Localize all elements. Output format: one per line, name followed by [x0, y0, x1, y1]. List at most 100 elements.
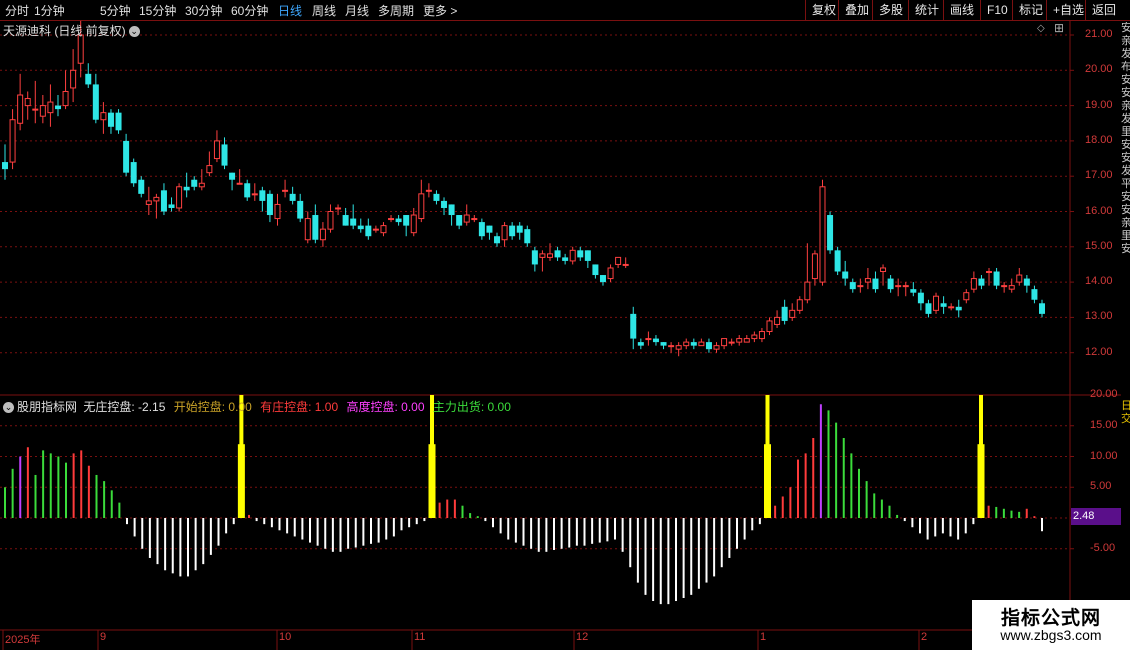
period-30min[interactable]: 30分钟 [185, 2, 222, 19]
candle [811, 250, 818, 286]
candle-body [77, 34, 84, 64]
candle-body [456, 215, 463, 226]
legend-gaodu: 高度控盘: 0.00 [346, 400, 425, 414]
candle [221, 137, 228, 170]
candle-body [569, 249, 576, 262]
chevron-down-icon[interactable]: ⌄ [3, 402, 14, 414]
candle-body [471, 218, 478, 221]
chevron-down-icon[interactable]: ⌄ [128, 26, 140, 38]
period-60min[interactable]: 60分钟 [231, 2, 268, 19]
candle-body [902, 285, 909, 288]
candle-body [933, 295, 940, 311]
candle [819, 179, 826, 286]
draw-line-button[interactable]: 画线 [943, 0, 980, 20]
candle-body [244, 183, 251, 198]
add-watchlist-button[interactable]: +自选 [1046, 0, 1090, 20]
candle-body [198, 182, 205, 188]
indicator-axis-label: -5.00 [1090, 541, 1116, 554]
candle [524, 225, 531, 247]
candle [395, 215, 402, 226]
candle-body [70, 69, 77, 89]
candle-body [380, 225, 387, 234]
period-weekly[interactable]: 周线 [312, 2, 336, 19]
period-5min[interactable]: 5分钟 [100, 2, 131, 19]
indicator-name: 股朋指标网 [17, 400, 78, 414]
candle-body [607, 267, 614, 280]
price-axis-label: 17.00 [1085, 169, 1113, 182]
indicator-axis-label: 10.00 [1090, 449, 1118, 462]
indicator-axis-label: 20.00 [1090, 388, 1118, 400]
expand-icon[interactable]: ⊞ [1054, 21, 1064, 35]
multi-stock-button[interactable]: 多股 [872, 0, 909, 20]
candle-body [115, 112, 122, 131]
candle-body [350, 218, 357, 226]
stock-chart[interactable] [0, 20, 1121, 650]
candle [721, 338, 728, 350]
candle-body [531, 250, 538, 265]
candle [986, 267, 993, 286]
candle [652, 335, 659, 346]
candle [259, 186, 266, 212]
candle [1008, 278, 1015, 293]
period-daily[interactable]: 日线 [278, 2, 302, 19]
candle-body [758, 331, 765, 340]
period-fenshi[interactable]: 分时 [5, 2, 29, 19]
candle-body [645, 338, 652, 341]
candle-body [327, 211, 334, 230]
candle-body [683, 341, 690, 347]
candle [872, 271, 879, 293]
candle-body [668, 345, 675, 348]
f10-button[interactable]: F10 [980, 0, 1014, 20]
candle [789, 303, 796, 321]
candle [312, 204, 319, 244]
candle-body [2, 162, 8, 170]
candle [463, 204, 470, 226]
candle [24, 91, 31, 120]
candle [766, 317, 773, 336]
period-multi[interactable]: 多周期 [378, 2, 414, 19]
mark-button[interactable]: 标记 [1012, 0, 1049, 20]
candle [107, 109, 114, 134]
candle-body [448, 204, 455, 216]
candle-body [85, 73, 92, 85]
candle [592, 264, 599, 279]
candle [842, 260, 849, 286]
candle [751, 331, 758, 343]
candle [758, 327, 765, 343]
back-button[interactable]: 返回 [1085, 0, 1130, 20]
period-1min[interactable]: 1分钟 [34, 2, 65, 19]
candle [304, 211, 311, 244]
candle-body [849, 282, 856, 290]
time-axis-label: 9 [100, 631, 107, 643]
candle-body [433, 193, 440, 201]
candle [282, 179, 289, 198]
candle-body [986, 271, 993, 274]
candle [54, 95, 61, 117]
candle-body [857, 285, 864, 288]
stats-button[interactable]: 统计 [908, 0, 945, 20]
candle-body [425, 189, 432, 192]
candle-body [546, 253, 553, 258]
candle-body [206, 165, 213, 174]
candle-body [319, 228, 326, 241]
candle-body [9, 119, 16, 163]
candle-body [501, 225, 508, 241]
candle-body [774, 316, 781, 325]
candle-body [274, 203, 281, 220]
period-monthly[interactable]: 月线 [345, 2, 369, 19]
diamond-icon[interactable]: ◇ [1037, 23, 1045, 34]
candle [9, 109, 16, 170]
overlay-button[interactable]: 叠加 [838, 0, 875, 20]
candle [418, 179, 425, 223]
candle-body [713, 345, 720, 350]
price-axis-label: 16.00 [1085, 204, 1113, 217]
candle [176, 183, 183, 212]
period-more[interactable]: 更多 > [423, 2, 457, 19]
candle [637, 338, 644, 350]
candle [251, 183, 258, 201]
period-15min[interactable]: 15分钟 [139, 2, 176, 19]
candle [327, 204, 334, 233]
candle-body [1016, 274, 1023, 283]
fuquan-button[interactable]: 复权 [805, 0, 842, 20]
candle [630, 306, 637, 350]
